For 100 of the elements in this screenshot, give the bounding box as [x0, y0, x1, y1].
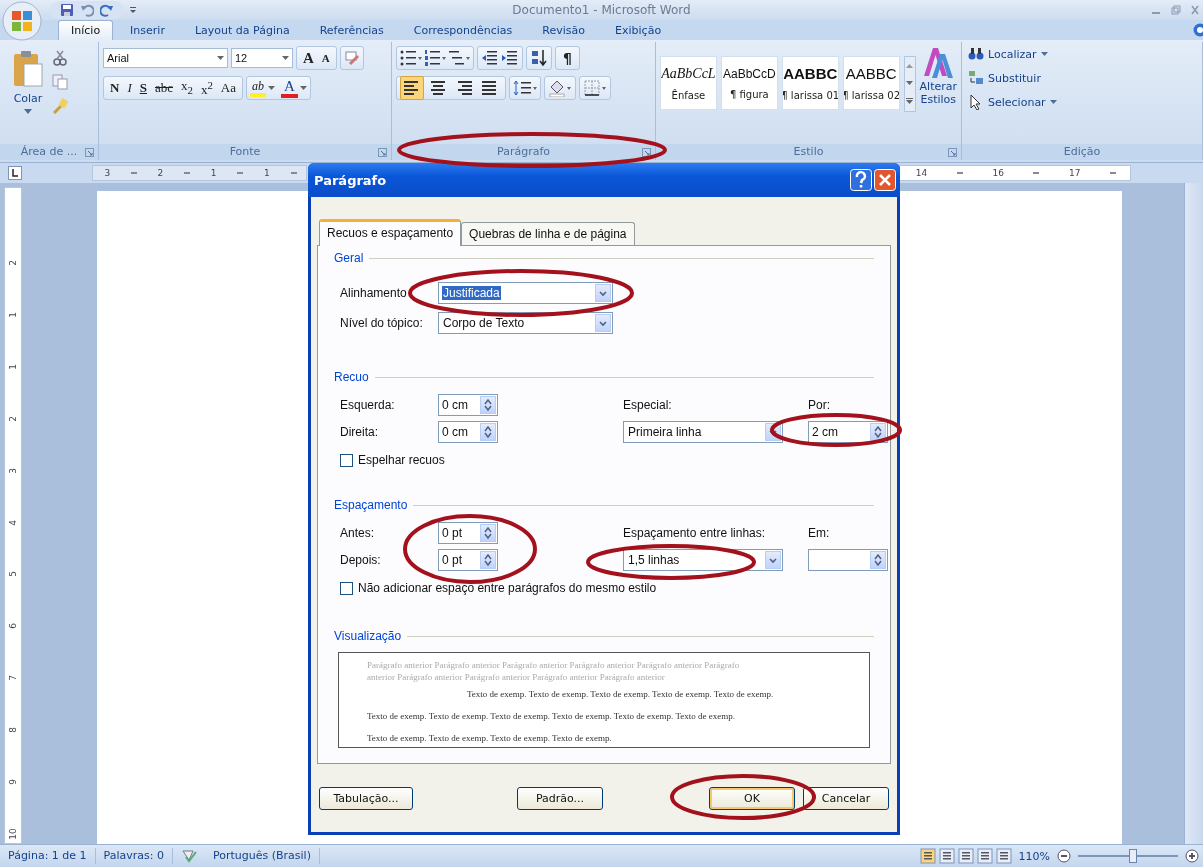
- field-label: Depois:: [340, 553, 381, 567]
- spin-field[interactable]: 0 pt: [438, 522, 498, 544]
- style-tile[interactable]: AABBC ¶ larissa 02: [842, 56, 900, 110]
- spin-button[interactable]: [480, 551, 496, 569]
- format-button[interactable]: abc: [151, 78, 176, 98]
- dropdown-button[interactable]: [595, 284, 611, 302]
- ruler-number: 8: [8, 727, 18, 733]
- change-styles-button[interactable]: Alterar Estilos: [919, 46, 957, 144]
- group-label: Estilo: [793, 145, 824, 158]
- format-button[interactable]: S: [136, 78, 150, 98]
- font-name-field[interactable]: Arial: [103, 48, 228, 68]
- checkbox-label[interactable]: Espelhar recuos: [358, 453, 445, 467]
- caret-icon[interactable]: [268, 86, 276, 90]
- ruler-number: 2: [8, 260, 18, 266]
- dialog-button[interactable]: Tabulação...: [319, 787, 413, 810]
- increase-indent-icon[interactable]: [501, 49, 519, 67]
- dialog-launcher-icon[interactable]: [642, 148, 651, 157]
- dialog-button[interactable]: Padrão...: [517, 787, 603, 810]
- ribbon-tab[interactable]: Revisão: [529, 20, 599, 40]
- shrink-font-button[interactable]: A: [318, 52, 333, 64]
- font-color-button[interactable]: A: [281, 78, 298, 98]
- ribbon-tab[interactable]: Referências: [306, 20, 397, 40]
- page-count[interactable]: Página: 1 de 1: [0, 848, 96, 864]
- dialog-tab[interactable]: Quebras de linha e de página: [461, 222, 635, 245]
- dialog-launcher-icon[interactable]: [85, 148, 94, 157]
- dialog-button[interactable]: OK: [709, 787, 795, 810]
- spin-button[interactable]: [480, 396, 496, 414]
- spin-field[interactable]: 0 pt: [438, 549, 498, 571]
- dialog-launcher-icon[interactable]: [948, 148, 957, 157]
- dropdown-button[interactable]: [765, 551, 781, 569]
- line-spacing-icon[interactable]: [513, 79, 537, 97]
- dialog-button[interactable]: Cancelar: [803, 787, 889, 810]
- style-tile[interactable]: AaBbCcL Ênfase: [660, 56, 717, 110]
- ribbon-tab[interactable]: Exibição: [602, 20, 675, 40]
- editing-button[interactable]: Localizar: [968, 46, 1196, 62]
- format-button[interactable]: x$^{2}$: [197, 75, 216, 101]
- ruler-number: 17: [1068, 168, 1082, 178]
- checkbox[interactable]: [340, 453, 353, 467]
- checkbox[interactable]: [340, 581, 353, 595]
- spin-button[interactable]: [870, 551, 886, 569]
- vertical-scrollbar[interactable]: [1184, 183, 1203, 844]
- spin-button[interactable]: [870, 423, 886, 441]
- numbering-icon[interactable]: [424, 49, 446, 67]
- ribbon-tab[interactable]: Layout da Página: [181, 20, 303, 40]
- font-size-field[interactable]: 12: [231, 48, 293, 68]
- multilevel-list-icon[interactable]: [448, 49, 470, 67]
- format-button[interactable]: x$_{2}$: [178, 76, 196, 100]
- dropdown-field[interactable]: Justificada: [438, 282, 613, 304]
- editing-button[interactable]: Substituir: [968, 70, 1196, 86]
- outline-icon[interactable]: [976, 848, 993, 864]
- decrease-indent-icon[interactable]: [481, 49, 499, 67]
- dialog-tab[interactable]: Recuos e espaçamento: [319, 219, 462, 246]
- reading-layout-icon[interactable]: [938, 848, 955, 864]
- ribbon-tab[interactable]: Inserir: [117, 20, 178, 40]
- scissors-icon[interactable]: [52, 50, 68, 66]
- shading-icon[interactable]: [548, 79, 572, 97]
- caret-icon[interactable]: [299, 86, 307, 90]
- dropdown-field[interactable]: Primeira linha: [623, 421, 783, 443]
- checkbox-label[interactable]: Não adicionar espaço entre parágrafos do mesmo estilo: [358, 581, 657, 595]
- dropdown-field[interactable]: 1,5 linhas: [623, 549, 783, 571]
- customize-menu-icon[interactable]: [128, 5, 138, 15]
- zoom-in-icon[interactable]: [1185, 849, 1199, 863]
- bullets-icon[interactable]: [400, 49, 422, 67]
- format-button[interactable]: I: [124, 78, 135, 98]
- web-layout-icon[interactable]: [957, 848, 974, 864]
- zoom-level[interactable]: 110%: [1018, 849, 1050, 863]
- redo-icon[interactable]: [100, 3, 114, 17]
- caret-icon: [24, 109, 32, 114]
- ribbon-tab[interactable]: Início: [58, 20, 114, 40]
- highlight-button[interactable]: ab: [250, 79, 267, 97]
- ribbon-tab[interactable]: Correspondências: [400, 20, 526, 40]
- sort-icon[interactable]: [530, 49, 548, 67]
- preview-text: Texto de exemp. Texto de exemp. Texto de exemp. Texto de exemp.: [367, 732, 613, 745]
- editing-button[interactable]: Selecionar: [968, 94, 1196, 110]
- spin-button[interactable]: [480, 423, 496, 441]
- caret-icon: [1040, 52, 1048, 56]
- spin-button[interactable]: [480, 524, 496, 542]
- grow-font-button[interactable]: A: [300, 49, 317, 67]
- tab-selector-icon[interactable]: [8, 166, 22, 180]
- format-button[interactable]: N: [107, 78, 123, 98]
- dropdown-button[interactable]: [595, 314, 611, 332]
- borders-icon[interactable]: [583, 79, 607, 97]
- zoom-out-icon[interactable]: [1057, 849, 1071, 863]
- spin-field[interactable]: 0 cm: [438, 394, 498, 416]
- language-label[interactable]: Português (Brasil): [204, 848, 320, 864]
- zoom-slider-thumb[interactable]: [1129, 849, 1137, 863]
- format-button[interactable]: Aa: [217, 78, 240, 98]
- spin-field[interactable]: [808, 549, 888, 571]
- clear-format-icon[interactable]: [343, 50, 360, 66]
- dialog-launcher-icon[interactable]: [378, 148, 387, 157]
- style-tile[interactable]: AABBC ¶ larissa 01: [781, 56, 839, 110]
- save-icon[interactable]: [60, 3, 74, 17]
- spin-field[interactable]: 0 cm: [438, 421, 498, 443]
- spin-field[interactable]: 2 cm: [808, 421, 888, 443]
- print-layout-icon[interactable]: [919, 848, 936, 864]
- draft-icon[interactable]: [995, 848, 1012, 864]
- gallery-scrollbar[interactable]: [903, 56, 916, 112]
- style-tile[interactable]: AaBbCcD ¶ figura: [720, 56, 778, 110]
- paste-button[interactable]: Colar: [4, 46, 52, 144]
- align-left-icon[interactable]: [400, 76, 424, 100]
